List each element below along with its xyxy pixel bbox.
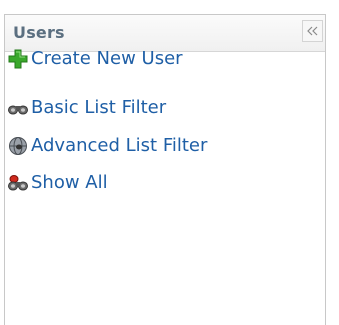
- advanced-list-filter-label: Advanced List Filter: [31, 135, 208, 156]
- add-plus-icon: [7, 48, 29, 70]
- show-all-label: Show All: [31, 172, 108, 193]
- binoculars-red-icon: [7, 172, 29, 194]
- create-new-user-label: Create New User: [31, 48, 183, 69]
- binoculars-icon: [7, 97, 29, 119]
- basic-list-filter-label: Basic List Filter: [31, 97, 167, 118]
- create-new-user-link[interactable]: Create New User: [7, 47, 183, 71]
- double-chevron-left-icon: [306, 26, 317, 36]
- collapse-panel-button[interactable]: [302, 20, 323, 42]
- advanced-list-filter-link[interactable]: Advanced List Filter: [7, 134, 207, 158]
- panel-title: Users: [13, 23, 65, 42]
- globe-filter-icon: [7, 135, 29, 157]
- basic-list-filter-link[interactable]: Basic List Filter: [7, 96, 166, 120]
- show-all-link[interactable]: Show All: [7, 171, 108, 195]
